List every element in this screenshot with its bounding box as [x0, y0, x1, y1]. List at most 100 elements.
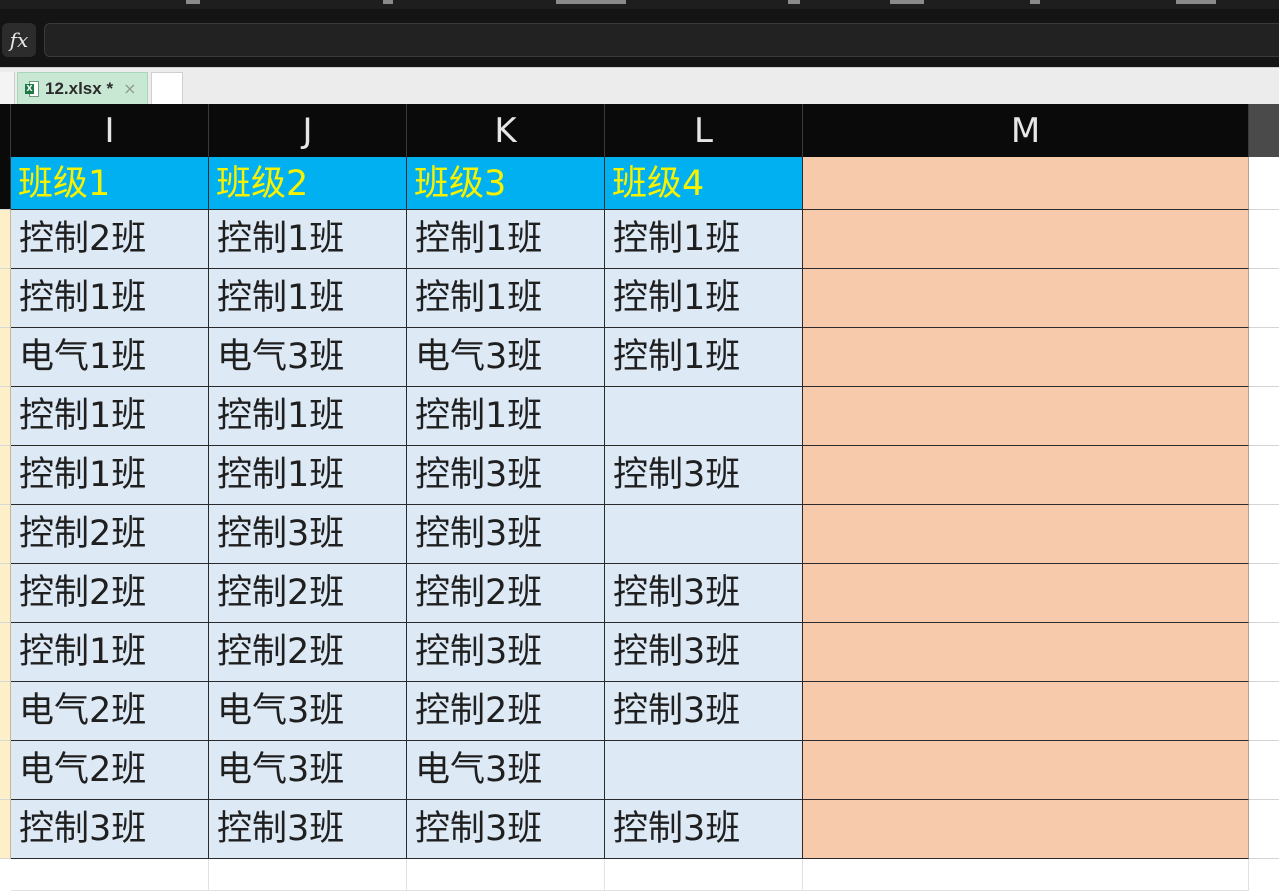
table-cell[interactable]	[605, 505, 803, 564]
empty-cell[interactable]	[407, 859, 605, 891]
table-cell[interactable]: 控制2班	[11, 564, 209, 623]
header-cell[interactable]: 班级3	[407, 157, 605, 210]
empty-cell[interactable]	[605, 859, 803, 891]
row-header[interactable]	[0, 564, 11, 623]
table-cell[interactable]: 电气2班	[11, 741, 209, 800]
empty-cell[interactable]	[209, 859, 407, 891]
table-cell[interactable]: 控制2班	[11, 210, 209, 269]
row-header[interactable]	[0, 269, 11, 328]
row-header[interactable]	[0, 210, 11, 269]
grid-cell-overflow[interactable]	[1249, 623, 1279, 682]
cell-m[interactable]	[803, 682, 1249, 741]
row-header[interactable]	[0, 682, 11, 741]
row-header[interactable]	[0, 328, 11, 387]
row-header[interactable]	[0, 157, 11, 210]
table-cell[interactable]: 电气3班	[209, 328, 407, 387]
header-cell[interactable]: 班级2	[209, 157, 407, 210]
table-cell[interactable]: 控制1班	[605, 210, 803, 269]
cell-m-header[interactable]	[803, 157, 1249, 210]
cell-m[interactable]	[803, 446, 1249, 505]
cell-m[interactable]	[803, 210, 1249, 269]
table-cell[interactable]: 控制1班	[209, 387, 407, 446]
table-cell[interactable]: 控制1班	[209, 210, 407, 269]
table-cell[interactable]: 控制1班	[11, 269, 209, 328]
cell-m[interactable]	[803, 328, 1249, 387]
table-cell[interactable]: 控制2班	[209, 623, 407, 682]
table-cell[interactable]: 控制1班	[605, 328, 803, 387]
header-cell[interactable]: 班级4	[605, 157, 803, 210]
table-cell[interactable]: 电气3班	[407, 328, 605, 387]
column-header-m[interactable]: M	[803, 104, 1249, 157]
table-cell[interactable]: 控制3班	[209, 505, 407, 564]
grid-cell-overflow[interactable]	[1249, 741, 1279, 800]
table-cell[interactable]: 控制2班	[407, 682, 605, 741]
scrollbar-edge[interactable]	[1249, 104, 1279, 157]
grid-cell-overflow[interactable]	[1249, 446, 1279, 505]
table-cell[interactable]: 控制1班	[11, 623, 209, 682]
table-cell[interactable]: 控制3班	[209, 800, 407, 859]
row-header[interactable]	[0, 387, 11, 446]
column-header-i[interactable]: I	[11, 104, 209, 157]
row-header[interactable]	[0, 505, 11, 564]
grid-cell-overflow[interactable]	[1249, 505, 1279, 564]
table-cell[interactable]: 控制1班	[407, 210, 605, 269]
table-cell[interactable]: 控制1班	[407, 269, 605, 328]
grid-cell-overflow[interactable]	[1249, 210, 1279, 269]
table-cell[interactable]: 控制3班	[605, 564, 803, 623]
table-cell[interactable]: 控制2班	[209, 564, 407, 623]
new-tab-button[interactable]	[151, 72, 183, 104]
cell-m[interactable]	[803, 623, 1249, 682]
table-cell[interactable]: 控制3班	[407, 623, 605, 682]
table-cell[interactable]: 控制3班	[605, 682, 803, 741]
column-header-l[interactable]: L	[605, 104, 803, 157]
spreadsheet-grid[interactable]: I J K L M 班级1 班级2 班级3 班级4 控制2班 控制1班 控制1班 控制1班 控制1班 控制1…	[0, 104, 1279, 891]
table-cell[interactable]: 控制1班	[11, 387, 209, 446]
table-cell[interactable]: 控制2班	[11, 505, 209, 564]
empty-cell[interactable]	[803, 859, 1249, 891]
table-cell[interactable]: 控制1班	[407, 387, 605, 446]
table-cell[interactable]: 控制3班	[11, 800, 209, 859]
grid-cell-overflow[interactable]	[1249, 387, 1279, 446]
grid-cell-overflow[interactable]	[1249, 682, 1279, 741]
fx-icon[interactable]: fx	[2, 23, 36, 57]
table-cell[interactable]: 电气1班	[11, 328, 209, 387]
table-cell[interactable]: 控制1班	[605, 269, 803, 328]
header-cell[interactable]: 班级1	[11, 157, 209, 210]
table-cell[interactable]: 控制3班	[407, 800, 605, 859]
table-cell[interactable]: 控制1班	[11, 446, 209, 505]
table-cell[interactable]: 电气3班	[209, 682, 407, 741]
table-cell[interactable]: 控制3班	[605, 800, 803, 859]
grid-cell-overflow[interactable]	[1249, 800, 1279, 859]
grid-cell-overflow[interactable]	[1249, 157, 1279, 210]
tab-12-xlsx[interactable]: X 12.xlsx * ×	[17, 72, 148, 104]
table-cell[interactable]: 控制1班	[209, 446, 407, 505]
grid-cell-overflow[interactable]	[1249, 269, 1279, 328]
table-cell[interactable]: 电气3班	[209, 741, 407, 800]
cell-m[interactable]	[803, 741, 1249, 800]
column-header-k[interactable]: K	[407, 104, 605, 157]
formula-input[interactable]	[44, 23, 1279, 57]
cell-m[interactable]	[803, 505, 1249, 564]
close-icon[interactable]: ×	[123, 79, 136, 98]
table-cell[interactable]	[605, 741, 803, 800]
table-cell[interactable]: 控制1班	[209, 269, 407, 328]
table-cell[interactable]: 控制3班	[407, 446, 605, 505]
cell-m[interactable]	[803, 387, 1249, 446]
grid-cell-overflow[interactable]	[1249, 328, 1279, 387]
row-header[interactable]	[0, 741, 11, 800]
cell-m[interactable]	[803, 800, 1249, 859]
row-header[interactable]	[0, 446, 11, 505]
cell-m[interactable]	[803, 269, 1249, 328]
cell-m[interactable]	[803, 564, 1249, 623]
table-cell[interactable]: 控制3班	[407, 505, 605, 564]
row-header[interactable]	[0, 623, 11, 682]
previous-tab[interactable]	[0, 72, 15, 105]
empty-cell[interactable]	[11, 859, 209, 891]
table-cell[interactable]	[605, 387, 803, 446]
grid-cell-overflow[interactable]	[1249, 564, 1279, 623]
column-header-j[interactable]: J	[209, 104, 407, 157]
table-cell[interactable]: 电气3班	[407, 741, 605, 800]
table-cell[interactable]: 控制3班	[605, 446, 803, 505]
table-cell[interactable]: 电气2班	[11, 682, 209, 741]
row-header[interactable]	[0, 800, 11, 859]
